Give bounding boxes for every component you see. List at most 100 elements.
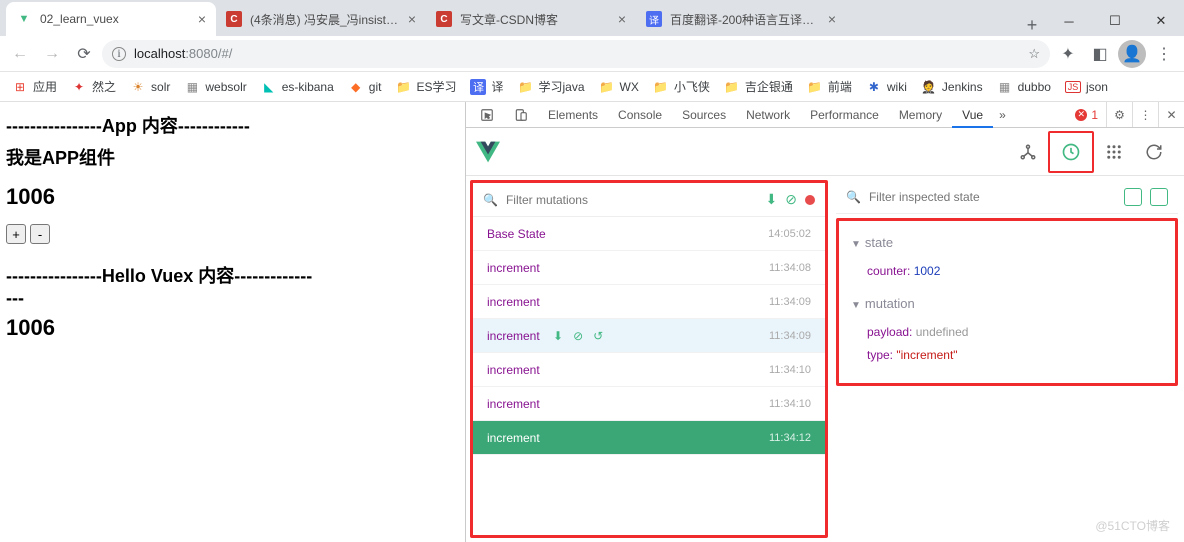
bookmark-item[interactable]: JS json [1059, 74, 1114, 100]
decrement-button[interactable]: - [30, 224, 50, 244]
devtools-tabs: ElementsConsoleSourcesNetworkPerformance… [466, 102, 1184, 128]
site-info-icon[interactable]: i [112, 47, 126, 61]
bookmark-item[interactable]: ◆ git [342, 74, 388, 100]
favicon-icon: 译 [646, 11, 662, 27]
close-window-button[interactable]: ✕ [1138, 6, 1184, 36]
devtools-menu-icon[interactable]: ⋮ [1132, 102, 1158, 127]
mutation-name: increment [487, 261, 540, 275]
devtools: ElementsConsoleSourcesNetworkPerformance… [465, 102, 1184, 542]
bookmark-item[interactable]: 📁 WX [593, 74, 645, 100]
close-tab-icon[interactable]: × [408, 11, 416, 27]
app-page: ----------------App 内容------------ 我是APP… [0, 102, 465, 542]
profile-icon[interactable]: 👤 [1118, 40, 1146, 68]
bookmark-label: 应用 [33, 78, 57, 95]
mutation-row[interactable]: increment ⬇ ⊘ ↺ 11:34:10 [473, 353, 825, 387]
browser-tab[interactable]: C 写文章-CSDN博客 × [426, 2, 636, 36]
bookmark-item[interactable]: ☀ solr [124, 74, 176, 100]
revert-all-icon[interactable]: ⊘ [785, 191, 797, 208]
mutation-row[interactable]: increment ⬇ ⊘ ↺ 11:34:09 [473, 285, 825, 319]
mutation-name: increment [487, 329, 540, 343]
devtools-tab-memory[interactable]: Memory [889, 102, 952, 127]
bookmark-item[interactable]: ▦ websolr [178, 74, 252, 100]
mutation-row[interactable]: increment ⬇ ⊘ ↺ 11:34:09 [473, 319, 825, 353]
close-tab-icon[interactable]: × [198, 11, 206, 27]
devtools-tab-elements[interactable]: Elements [538, 102, 608, 127]
mutation-time: 11:34:09 [769, 330, 811, 342]
bookmark-item[interactable]: 译 译 [464, 74, 509, 100]
revert-icon[interactable]: ⊘ [573, 329, 583, 343]
filter-mutations-input[interactable] [506, 193, 758, 207]
devtools-tab-console[interactable]: Console [608, 102, 672, 127]
back-button[interactable]: ← [6, 40, 34, 68]
increment-button[interactable]: + [6, 224, 26, 244]
forward-button[interactable]: → [38, 40, 66, 68]
bookmark-item[interactable]: 📁 吉企银通 [718, 74, 799, 100]
devtools-close-icon[interactable]: ✕ [1158, 102, 1184, 127]
bookmark-item[interactable]: ✦ 然之 [65, 74, 122, 100]
timetravel-icon[interactable]: ↺ [593, 329, 603, 343]
devtools-settings-icon[interactable]: ⚙ [1106, 102, 1132, 127]
mutation-row[interactable]: Base State ⬇ ⊘ ↺ 14:05:02 [473, 217, 825, 251]
bookmark-label: 小飞侠 [674, 78, 710, 95]
commit-all-icon[interactable]: ⬇ [766, 191, 778, 208]
record-icon[interactable] [805, 195, 815, 205]
bookmark-icon: 📁 [807, 79, 823, 95]
mutation-row[interactable]: increment ⬇ ⊘ ↺ 11:34:10 [473, 387, 825, 421]
mutations-header: 🔍 ⬇ ⊘ [473, 183, 825, 217]
bookmark-item[interactable]: 📁 学习java [511, 74, 590, 100]
device-icon[interactable] [504, 102, 538, 127]
bookmark-item[interactable]: 🤵 Jenkins [915, 74, 989, 100]
browser-tab[interactable]: ▼ 02_learn_vuex × [6, 2, 216, 36]
inspector-header: 🔍 [836, 180, 1178, 214]
minimize-button[interactable]: ─ [1046, 6, 1092, 36]
devtools-tab-performance[interactable]: Performance [800, 102, 889, 127]
omnibox[interactable]: i localhost:8080/#/ ☆ [102, 40, 1050, 68]
mutation-name: increment [487, 431, 540, 445]
bookmark-item[interactable]: 📁 前端 [801, 74, 858, 100]
reload-button[interactable]: ⟳ [70, 40, 98, 68]
extensions-icon[interactable]: ✦ [1054, 40, 1082, 68]
bookmark-label: 吉企银通 [745, 78, 793, 95]
bookmark-star-icon[interactable]: ☆ [1028, 46, 1040, 62]
bookmark-label: dubbo [1018, 80, 1051, 94]
state-key: counter: [867, 264, 910, 278]
extension-1-icon[interactable]: ◧ [1086, 40, 1114, 68]
bookmark-icon: ◣ [261, 79, 277, 95]
browser-tab[interactable]: C (4条消息) 冯安晨_冯insist_CSDN × [216, 2, 426, 36]
bookmark-item[interactable]: ⊞ 应用 [6, 74, 63, 100]
close-tab-icon[interactable]: × [828, 11, 836, 27]
devtools-tab-sources[interactable]: Sources [672, 102, 736, 127]
mutation-time: 11:34:10 [769, 364, 811, 376]
bookmark-item[interactable]: ✱ wiki [860, 74, 913, 100]
inspect-icon[interactable] [470, 102, 504, 127]
bookmark-item[interactable]: ◣ es-kibana [255, 74, 340, 100]
vuex-tool-icon[interactable] [1048, 131, 1094, 173]
mutation-row[interactable]: increment ⬇ ⊘ ↺ 11:34:08 [473, 251, 825, 285]
error-indicator[interactable]: ✕ 1 [1067, 102, 1106, 127]
import-state-icon[interactable] [1150, 188, 1168, 206]
bookmark-label: Jenkins [942, 80, 983, 94]
devtools-tab-vue[interactable]: Vue [952, 102, 993, 127]
type-value: "increment" [896, 348, 957, 362]
refresh-tool-icon[interactable] [1134, 129, 1174, 175]
close-tab-icon[interactable]: × [618, 11, 626, 27]
vue-logo-icon [476, 140, 500, 164]
events-tool-icon[interactable] [1094, 129, 1134, 175]
bookmark-item[interactable]: 📁 ES学习 [389, 74, 462, 100]
bookmark-item[interactable]: ▦ dubbo [991, 74, 1057, 100]
chrome-menu-icon[interactable]: ⋮ [1150, 40, 1178, 68]
filter-state-input[interactable] [869, 190, 1116, 204]
commit-icon[interactable]: ⬇ [553, 329, 563, 343]
browser-tab[interactable]: 译 百度翻译-200种语言互译、沟通 × [636, 2, 846, 36]
devtools-more-tabs[interactable]: » [993, 102, 1012, 127]
new-tab-button[interactable]: + [1018, 15, 1046, 36]
copy-state-icon[interactable] [1124, 188, 1142, 206]
components-tool-icon[interactable] [1008, 129, 1048, 175]
titlebar: ▼ 02_learn_vuex × C (4条消息) 冯安晨_冯insist_C… [0, 0, 1184, 36]
mutation-row[interactable]: increment ⬇ ⊘ ↺ 11:34:12 [473, 421, 825, 455]
bookmark-label: 然之 [92, 78, 116, 95]
mutation-name: increment [487, 295, 540, 309]
maximize-button[interactable]: ☐ [1092, 6, 1138, 36]
bookmark-item[interactable]: 📁 小飞侠 [647, 74, 716, 100]
devtools-tab-network[interactable]: Network [736, 102, 800, 127]
